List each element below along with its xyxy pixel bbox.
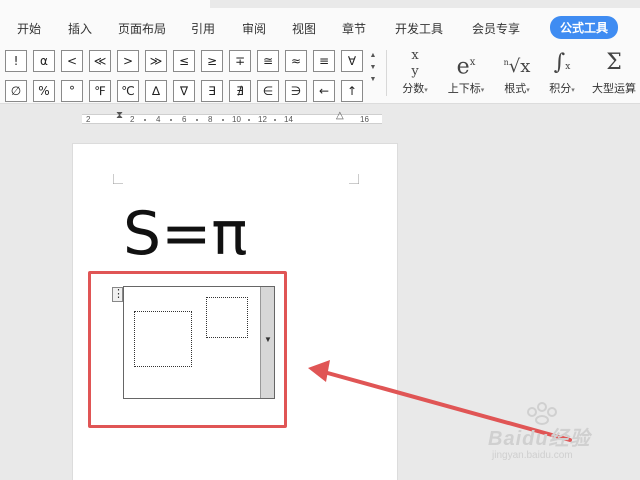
symbol-cell[interactable]: ∄ xyxy=(229,80,251,102)
ribbon-separator xyxy=(386,50,387,96)
scroll-down-icon[interactable]: ▼ xyxy=(366,62,380,74)
fraction-button[interactable]: xy 分数▾ xyxy=(398,46,432,96)
equation-text[interactable]: S=π xyxy=(123,199,247,269)
ruler-tick: 14 xyxy=(284,115,293,124)
symbol-cell[interactable]: ≥ xyxy=(201,50,223,72)
highlight-box: ⋮ ▼ xyxy=(88,271,287,428)
symbol-cell[interactable]: ≡ xyxy=(313,50,335,72)
symbol-cell[interactable]: ° xyxy=(61,80,83,102)
ruler-tick: 2 xyxy=(130,115,135,124)
symbol-cell[interactable]: ≤ xyxy=(173,50,195,72)
numerator-placeholder[interactable] xyxy=(134,311,192,367)
ruler-tick: 6 xyxy=(182,115,187,124)
symbol-cell[interactable]: ℃ xyxy=(117,80,139,102)
ruler-tick: 4 xyxy=(156,115,161,124)
radical-icon: n√x xyxy=(503,56,531,77)
expand-icon[interactable]: ▼ xyxy=(366,74,380,86)
symbol-cell[interactable]: ∅ xyxy=(5,80,27,102)
right-indent-marker-icon[interactable]: △ xyxy=(336,110,344,121)
ruler-tick: 2 xyxy=(86,115,91,124)
menu-developer-tools[interactable]: 开发工具 xyxy=(395,20,443,37)
ruler-dot xyxy=(196,119,198,121)
symbol-cell[interactable]: ≫ xyxy=(145,50,167,72)
superscript-icon: ex xyxy=(456,54,476,80)
ruler-tick: 8 xyxy=(208,115,213,124)
symbol-cell[interactable]: ℉ xyxy=(89,80,111,102)
menu-review[interactable]: 审阅 xyxy=(242,20,266,37)
symbol-cell[interactable]: α xyxy=(33,50,55,72)
symbol-cell[interactable]: > xyxy=(117,50,139,72)
ruler-dot xyxy=(274,119,276,121)
symbol-cell[interactable]: ≈ xyxy=(285,50,307,72)
symbol-cell[interactable]: ∈ xyxy=(257,80,279,102)
equation-handle-icon[interactable]: ⋮ xyxy=(112,287,124,302)
menu-insert[interactable]: 插入 xyxy=(68,20,92,37)
symbol-cell[interactable]: < xyxy=(61,50,83,72)
menu-reference[interactable]: 引用 xyxy=(191,20,215,37)
dropdown-arrow-icon: ▼ xyxy=(264,335,272,344)
watermark-text: Baidu经验 xyxy=(488,428,591,450)
symbol-cell[interactable]: ∆ xyxy=(145,80,167,102)
symbol-cell[interactable]: ≅ xyxy=(257,50,279,72)
symbol-cell[interactable]: ∋ xyxy=(285,80,307,102)
fraction-icon: xy xyxy=(411,48,419,79)
title-strip xyxy=(210,0,640,8)
formula-ribbon: ! α < ≪ > ≫ ≤ ≥ ∓ ≅ ≈ ≡ ∀ ∅ % ° ℉ ℃ ∆ ∇ … xyxy=(0,42,640,104)
symbol-cell[interactable]: ≪ xyxy=(89,50,111,72)
symbol-cell[interactable]: ∃ xyxy=(201,80,223,102)
menu-view[interactable]: 视图 xyxy=(292,20,316,37)
menu-member[interactable]: 会员专享 xyxy=(472,20,520,37)
ruler-dot xyxy=(144,119,146,121)
symbol-cell[interactable]: ↑ xyxy=(341,80,363,102)
integral-button[interactable]: ∫x 积分▾ xyxy=(544,46,580,96)
integral-icon: ∫x xyxy=(553,50,571,75)
margin-corner-top-left xyxy=(113,174,123,184)
watermark: Baidu经验 jingyan.baidu.com xyxy=(488,402,638,472)
indent-marker-icon[interactable]: ⧗ xyxy=(116,110,123,121)
symbol-grid: ! α < ≪ > ≫ ≤ ≥ ∓ ≅ ≈ ≡ ∀ ∅ % ° ℉ ℃ ∆ ∇ … xyxy=(5,50,363,102)
symbol-cell[interactable]: ← xyxy=(313,80,335,102)
equation-options-button[interactable]: ▼ xyxy=(260,287,274,398)
script-button[interactable]: ex 上下标▾ xyxy=(442,46,490,96)
menu-page-layout[interactable]: 页面布局 xyxy=(118,20,166,37)
symbol-scroll[interactable]: ▲ ▼ ▼ xyxy=(366,50,380,100)
tab-formula-tools[interactable]: 公式工具 xyxy=(550,16,619,39)
ruler-tick: 12 xyxy=(258,115,267,124)
menu-bar: 开始 插入 页面布局 引用 审阅 视图 章节 开发工具 会员专享 公式工具 xyxy=(0,0,640,42)
menu-start[interactable]: 开始 xyxy=(17,20,41,37)
large-operator-button[interactable]: Σ 大型运算 xyxy=(588,46,640,96)
ruler-tick: 10 xyxy=(232,115,241,124)
symbol-cell[interactable]: ∇ xyxy=(173,80,195,102)
ruler-dot xyxy=(248,119,250,121)
radical-button[interactable]: n√x 根式▾ xyxy=(498,46,536,96)
margin-corner-top-right xyxy=(349,174,359,184)
menu-section[interactable]: 章节 xyxy=(342,20,366,37)
symbol-cell[interactable]: ∀ xyxy=(341,50,363,72)
symbol-cell[interactable]: ∓ xyxy=(229,50,251,72)
document-page[interactable]: S=π ⋮ ▼ xyxy=(72,143,398,480)
symbol-cell[interactable]: % xyxy=(33,80,55,102)
fraction-equation-box[interactable]: ⋮ ▼ xyxy=(112,286,275,399)
exponent-placeholder[interactable] xyxy=(206,297,248,338)
symbol-cell[interactable]: ! xyxy=(5,50,27,72)
watermark-url: jingyan.baidu.com xyxy=(492,450,573,461)
ruler-dot xyxy=(170,119,172,121)
ruler-dot xyxy=(222,119,224,121)
ruler-tick: 16 xyxy=(360,115,369,124)
horizontal-ruler[interactable]: 2 ⧗ 2 4 6 8 10 12 14 △ 16 xyxy=(82,110,382,128)
scroll-up-icon[interactable]: ▲ xyxy=(366,50,380,62)
sum-icon: Σ xyxy=(606,50,622,75)
